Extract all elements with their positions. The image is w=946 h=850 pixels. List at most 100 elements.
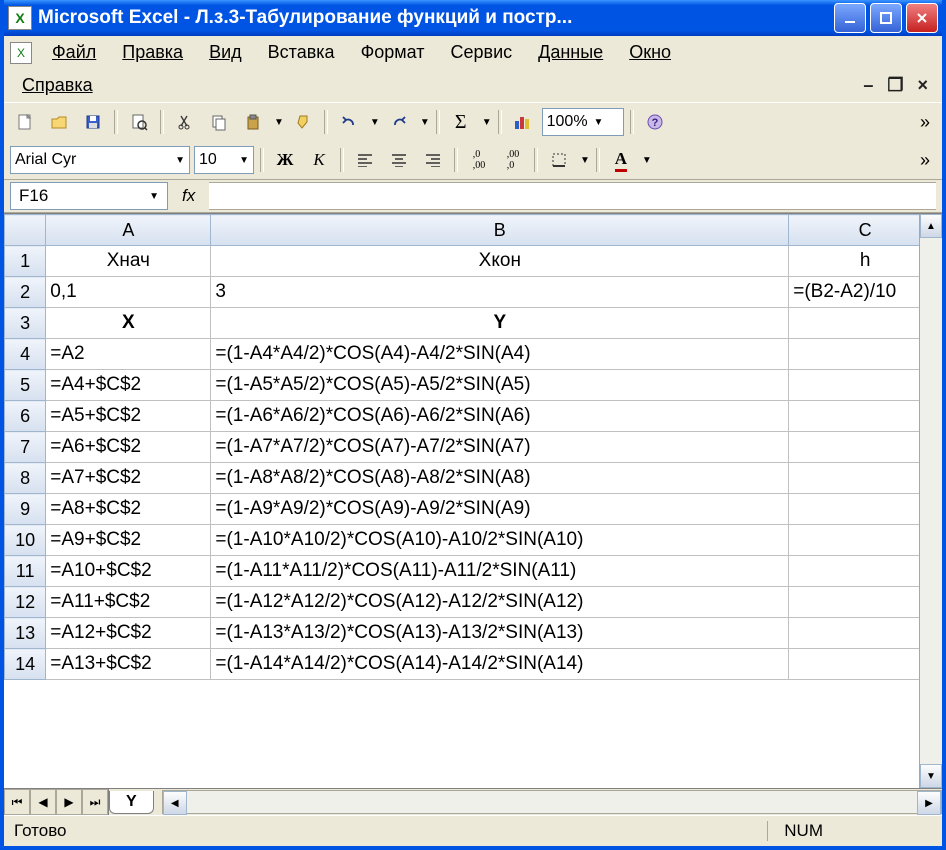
open-icon[interactable] bbox=[44, 107, 74, 137]
borders-dropdown[interactable]: ▼ bbox=[580, 155, 590, 166]
copy-icon[interactable] bbox=[204, 107, 234, 137]
font-size-combo[interactable]: 10 ▼ bbox=[194, 146, 254, 174]
row-header[interactable]: 3 bbox=[5, 308, 46, 339]
row-header[interactable]: 13 bbox=[5, 618, 46, 649]
paste-dropdown[interactable]: ▼ bbox=[274, 117, 284, 128]
redo-dropdown[interactable]: ▼ bbox=[420, 117, 430, 128]
chart-wizard-icon[interactable] bbox=[508, 107, 538, 137]
cell[interactable]: =(1-A13*A13/2)*COS(A13)-A13/2*SIN(A13) bbox=[211, 618, 789, 649]
cell[interactable]: =(1-A9*A9/2)*COS(A9)-A9/2*SIN(A9) bbox=[211, 494, 789, 525]
cell[interactable]: 3 bbox=[211, 277, 789, 308]
menu-help[interactable]: Справка bbox=[10, 71, 105, 100]
select-all-corner[interactable] bbox=[5, 215, 46, 246]
cell[interactable]: =(1-A10*A10/2)*COS(A10)-A10/2*SIN(A10) bbox=[211, 525, 789, 556]
menu-data[interactable]: Данные bbox=[526, 38, 615, 67]
borders-button[interactable] bbox=[544, 145, 574, 175]
cell[interactable]: =A6+$C$2 bbox=[46, 432, 211, 463]
scroll-down-button[interactable]: ▼ bbox=[920, 764, 942, 788]
close-button[interactable] bbox=[906, 3, 938, 33]
cell[interactable]: =A5+$C$2 bbox=[46, 401, 211, 432]
cell[interactable]: Хнач bbox=[46, 246, 211, 277]
align-right-button[interactable] bbox=[418, 145, 448, 175]
align-left-button[interactable] bbox=[350, 145, 380, 175]
cell[interactable]: =A12+$C$2 bbox=[46, 618, 211, 649]
cell[interactable]: =(1-A8*A8/2)*COS(A8)-A8/2*SIN(A8) bbox=[211, 463, 789, 494]
italic-button[interactable]: К bbox=[304, 145, 334, 175]
vertical-scrollbar[interactable]: ▲ ▼ bbox=[919, 214, 942, 788]
cell[interactable]: X bbox=[46, 308, 211, 339]
cell[interactable]: =A4+$C$2 bbox=[46, 370, 211, 401]
cell[interactable]: =(1-A5*A5/2)*COS(A5)-A5/2*SIN(A5) bbox=[211, 370, 789, 401]
cell[interactable]: =(1-A14*A14/2)*COS(A14)-A14/2*SIN(A14) bbox=[211, 649, 789, 680]
align-center-button[interactable] bbox=[384, 145, 414, 175]
cell[interactable]: =(1-A12*A12/2)*COS(A12)-A12/2*SIN(A12) bbox=[211, 587, 789, 618]
doc-restore-button[interactable]: ❐ bbox=[887, 75, 903, 96]
menu-view[interactable]: Вид bbox=[197, 38, 254, 67]
name-box[interactable]: F16 ▼ bbox=[10, 182, 168, 210]
cell[interactable]: =A9+$C$2 bbox=[46, 525, 211, 556]
bold-button[interactable]: Ж bbox=[270, 145, 300, 175]
row-header[interactable]: 10 bbox=[5, 525, 46, 556]
doc-minimize-button[interactable]: – bbox=[863, 75, 873, 96]
cell[interactable]: =A10+$C$2 bbox=[46, 556, 211, 587]
minimize-button[interactable] bbox=[834, 3, 866, 33]
print-preview-icon[interactable] bbox=[124, 107, 154, 137]
fx-button[interactable]: fx bbox=[172, 186, 205, 206]
redo-icon[interactable] bbox=[384, 107, 414, 137]
row-header[interactable]: 11 bbox=[5, 556, 46, 587]
formula-input[interactable] bbox=[209, 182, 936, 210]
cell[interactable]: =A2 bbox=[46, 339, 211, 370]
row-header[interactable]: 9 bbox=[5, 494, 46, 525]
doc-close-button[interactable]: × bbox=[917, 75, 928, 96]
cell[interactable]: 0,1 bbox=[46, 277, 211, 308]
spreadsheet-grid[interactable]: A B C 1ХначХконh20,13=(B2-A2)/103XY4=A2=… bbox=[4, 214, 942, 680]
scroll-up-button[interactable]: ▲ bbox=[920, 214, 942, 238]
cell[interactable]: =A13+$C$2 bbox=[46, 649, 211, 680]
menu-tools[interactable]: Сервис bbox=[439, 38, 525, 67]
cut-icon[interactable] bbox=[170, 107, 200, 137]
cell[interactable]: =(1-A6*A6/2)*COS(A6)-A6/2*SIN(A6) bbox=[211, 401, 789, 432]
row-header[interactable]: 5 bbox=[5, 370, 46, 401]
font-color-dropdown[interactable]: ▼ bbox=[642, 155, 652, 166]
menu-insert[interactable]: Вставка bbox=[256, 38, 347, 67]
tab-prev-button[interactable]: ◀ bbox=[30, 789, 56, 815]
col-header-B[interactable]: B bbox=[211, 215, 789, 246]
row-header[interactable]: 12 bbox=[5, 587, 46, 618]
cell[interactable]: =(1-A4*A4/2)*COS(A4)-A4/2*SIN(A4) bbox=[211, 339, 789, 370]
scroll-left-button[interactable]: ◀ bbox=[163, 791, 187, 815]
menu-window[interactable]: Окно bbox=[617, 38, 683, 67]
increase-decimal-button[interactable]: ,0,00 bbox=[464, 145, 494, 175]
help-icon[interactable]: ? bbox=[640, 107, 670, 137]
row-header[interactable]: 7 bbox=[5, 432, 46, 463]
row-header[interactable]: 8 bbox=[5, 463, 46, 494]
row-header[interactable]: 4 bbox=[5, 339, 46, 370]
row-header[interactable]: 1 bbox=[5, 246, 46, 277]
font-combo[interactable]: Arial Cyr ▼ bbox=[10, 146, 190, 174]
cell[interactable]: =A8+$C$2 bbox=[46, 494, 211, 525]
tab-first-button[interactable]: ⏮ bbox=[4, 789, 30, 815]
autosum-dropdown[interactable]: ▼ bbox=[482, 117, 492, 128]
cell[interactable]: =A7+$C$2 bbox=[46, 463, 211, 494]
workbook-icon[interactable]: X bbox=[10, 42, 32, 64]
row-header[interactable]: 6 bbox=[5, 401, 46, 432]
scroll-right-button[interactable]: ▶ bbox=[917, 791, 941, 815]
cell[interactable]: =A11+$C$2 bbox=[46, 587, 211, 618]
scroll-track[interactable] bbox=[920, 238, 942, 764]
font-color-button[interactable]: А bbox=[606, 145, 636, 175]
autosum-icon[interactable]: Σ bbox=[446, 107, 476, 137]
tab-next-button[interactable]: ▶ bbox=[56, 789, 82, 815]
decrease-decimal-button[interactable]: ,00,0 bbox=[498, 145, 528, 175]
maximize-button[interactable] bbox=[870, 3, 902, 33]
cell[interactable]: Y bbox=[211, 308, 789, 339]
menu-file[interactable]: Файл bbox=[40, 38, 108, 67]
cell[interactable]: =(1-A7*A7/2)*COS(A7)-A7/2*SIN(A7) bbox=[211, 432, 789, 463]
tab-last-button[interactable]: ⏭ bbox=[82, 789, 108, 815]
row-header[interactable]: 2 bbox=[5, 277, 46, 308]
format-painter-icon[interactable] bbox=[288, 107, 318, 137]
undo-icon[interactable] bbox=[334, 107, 364, 137]
menu-edit[interactable]: Правка bbox=[110, 38, 195, 67]
scroll-track[interactable] bbox=[187, 791, 917, 813]
new-icon[interactable] bbox=[10, 107, 40, 137]
undo-dropdown[interactable]: ▼ bbox=[370, 117, 380, 128]
toolbar-options-icon[interactable]: » bbox=[914, 112, 936, 133]
